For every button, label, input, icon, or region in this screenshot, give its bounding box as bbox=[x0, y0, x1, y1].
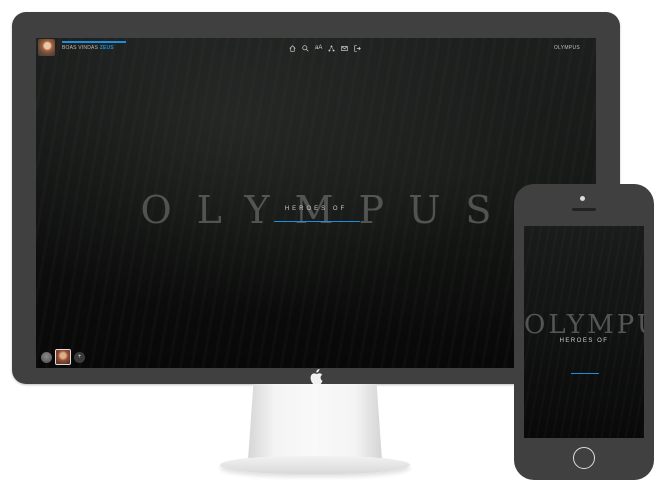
desktop-screen: BOAS VINDAS ZEUS aA OLYMPUS OLYMPUS HERO… bbox=[36, 38, 596, 368]
chat-avatar-active[interactable] bbox=[55, 349, 71, 365]
nav-icons: aA bbox=[289, 43, 362, 53]
welcome-text: BOAS VINDAS ZEUS bbox=[62, 45, 114, 51]
hero-overlay: HEROES OF bbox=[284, 206, 348, 212]
welcome-prefix: BOAS VINDAS bbox=[62, 45, 99, 51]
logout-icon[interactable] bbox=[354, 44, 362, 52]
phone-device: OLYMPUS HEROES OF bbox=[514, 184, 654, 480]
hero-accent-line bbox=[274, 221, 360, 222]
phone-hero-title: OLYMPUS bbox=[524, 310, 644, 340]
share-icon[interactable] bbox=[328, 44, 335, 52]
chat-more-button[interactable]: + bbox=[74, 351, 85, 363]
chat-avatars: + bbox=[41, 349, 85, 365]
welcome-accent-bar bbox=[62, 41, 126, 43]
top-bar: BOAS VINDAS ZEUS aA OLYMPUS bbox=[36, 38, 596, 58]
search-icon[interactable] bbox=[302, 44, 309, 52]
phone-accent-line bbox=[571, 373, 599, 374]
apple-logo-icon bbox=[308, 369, 324, 385]
phone-speaker bbox=[572, 208, 596, 211]
phone-screen: OLYMPUS HEROES OF bbox=[524, 226, 644, 438]
chat-avatar[interactable] bbox=[41, 351, 52, 363]
phone-camera bbox=[580, 196, 585, 201]
home-icon[interactable] bbox=[289, 44, 296, 52]
font-size-icon[interactable]: aA bbox=[315, 44, 322, 52]
phone-home-button[interactable] bbox=[573, 447, 595, 469]
mail-icon[interactable] bbox=[341, 45, 348, 52]
phone-hero-overlay: HEROES OF bbox=[559, 338, 609, 344]
monitor-stand-base bbox=[220, 456, 410, 474]
monitor-stand bbox=[248, 384, 382, 460]
welcome-username: ZEUS bbox=[99, 45, 114, 51]
brand-label[interactable]: OLYMPUS bbox=[554, 45, 580, 51]
user-avatar[interactable] bbox=[38, 39, 55, 56]
